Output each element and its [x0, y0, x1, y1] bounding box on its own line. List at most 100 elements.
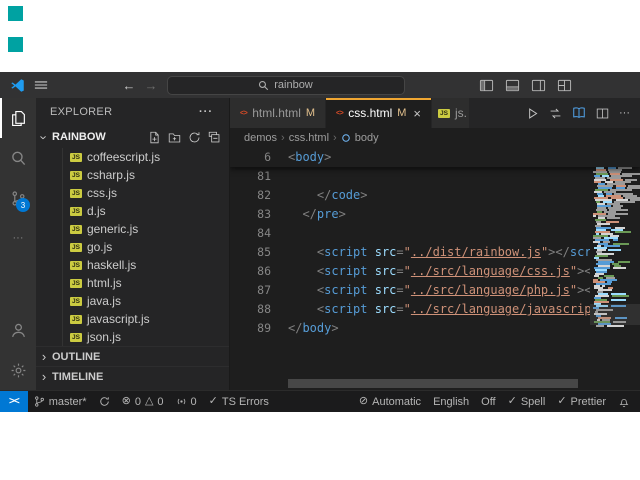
- back-button[interactable]: ←: [123, 78, 136, 93]
- code-text: </pre>: [288, 205, 346, 224]
- file-item[interactable]: JScsharp.js: [36, 166, 229, 184]
- tab-partial[interactable]: JSjs.: [432, 98, 470, 128]
- status-ports[interactable]: 0: [170, 391, 203, 412]
- code-token: ": [404, 245, 411, 259]
- tab-css.html[interactable]: <>css.htmlM×: [326, 98, 432, 128]
- status-spell-status[interactable]: ✓Spell: [502, 391, 552, 412]
- breadcrumb-item[interactable]: demos: [244, 132, 277, 144]
- code-token: [288, 264, 317, 278]
- open-changes-icon[interactable]: [549, 107, 562, 120]
- new-file-icon[interactable]: [148, 131, 161, 144]
- new-folder-icon[interactable]: [168, 131, 181, 144]
- layout-sidebar-right-icon[interactable]: [531, 78, 546, 93]
- section-label: OUTLINE: [52, 351, 100, 363]
- split-editor-icon[interactable]: [596, 107, 609, 120]
- tab-html.html[interactable]: <>html.htmlM: [230, 98, 326, 128]
- sticky-scroll[interactable]: 6<body>: [230, 148, 640, 167]
- code-token: [368, 283, 375, 297]
- code-token: =: [396, 302, 403, 316]
- status-text: ><: [9, 396, 19, 407]
- activity-more-views[interactable]: ···: [0, 218, 36, 258]
- status-prettier[interactable]: ✓ Prettier: [551, 391, 612, 412]
- code-line: 81: [230, 167, 640, 186]
- code-text: <script src="../src/language/css.js"></s…: [288, 262, 640, 281]
- menu-icon[interactable]: [34, 78, 48, 92]
- activity-search[interactable]: [0, 138, 36, 178]
- file-item[interactable]: JSgeneric.js: [36, 220, 229, 238]
- code-token: script: [324, 283, 367, 297]
- vscode-logo-icon: [10, 78, 25, 93]
- file-item[interactable]: JSjava.js: [36, 292, 229, 310]
- code-token: >: [339, 207, 346, 221]
- collapsed-sections: ›OUTLINE›TIMELINE: [36, 346, 229, 386]
- status-spell-language[interactable]: English: [427, 391, 475, 412]
- breadcrumb-item[interactable]: body: [355, 132, 379, 144]
- file-item[interactable]: JShtml.js: [36, 274, 229, 292]
- line-number: 89: [230, 319, 288, 338]
- activity-settings[interactable]: [0, 350, 36, 390]
- command-center[interactable]: rainbow: [167, 76, 405, 95]
- section-rainbow[interactable]: › RAINBOW: [36, 126, 229, 148]
- file-item[interactable]: JScss.js: [36, 184, 229, 202]
- code-token: script: [324, 245, 367, 259]
- status-text: Off: [481, 396, 495, 408]
- status-text: Prettier: [571, 396, 606, 408]
- status-bar: >< master* ⊗0△00✓TS Errors ⊘ Automatic Engli…: [0, 390, 640, 412]
- code-token: ../src/language/javascript.js: [411, 302, 621, 316]
- vscode-window: ← → rainbow 3··· EXPLORER ··· › RAINBOW: [0, 72, 640, 412]
- code-token: [288, 245, 317, 259]
- code-line: 87 <script src="../src/language/php.js">…: [230, 281, 640, 300]
- code-line: 86 <script src="../src/language/css.js">…: [230, 262, 640, 281]
- code-line: 88 <script src="../src/language/javascri…: [230, 300, 640, 319]
- file-item[interactable]: JSjson.js: [36, 328, 229, 346]
- file-item[interactable]: JSjavascript.js: [36, 310, 229, 328]
- refresh-icon[interactable]: [188, 131, 201, 144]
- forward-button[interactable]: →: [145, 78, 158, 93]
- status-text: Automatic: [372, 396, 421, 408]
- section-label: RAINBOW: [52, 131, 106, 143]
- status-remote[interactable]: ><: [0, 391, 28, 412]
- collapse-all-icon[interactable]: [208, 131, 221, 144]
- js-file-icon: JS: [70, 171, 82, 180]
- code-token: </: [288, 321, 302, 335]
- status-sync[interactable]: [93, 391, 116, 412]
- more-actions-icon[interactable]: ···: [619, 108, 630, 119]
- activity-bar: 3 ···: [0, 98, 36, 390]
- scrollbar-thumb[interactable]: [288, 379, 578, 388]
- file-item[interactable]: JScoffeescript.js: [36, 148, 229, 166]
- layout-sidebar-left-icon[interactable]: [479, 78, 494, 93]
- breadcrumb-item[interactable]: css.html: [289, 132, 329, 144]
- command-center-label: rainbow: [274, 79, 313, 91]
- circle-slash-icon: ⊘: [359, 396, 368, 407]
- activity-source-control[interactable]: 3: [0, 178, 36, 218]
- ellipsis-icon: ···: [13, 233, 24, 244]
- code-area[interactable]: 6<body> 8182 </code>83 </pre>8485 <scrip…: [230, 148, 640, 390]
- layout-customize-icon[interactable]: [557, 78, 572, 93]
- code-token: [288, 283, 317, 297]
- file-item[interactable]: JSd.js: [36, 202, 229, 220]
- close-icon[interactable]: ×: [413, 106, 421, 121]
- preview-icon[interactable]: [572, 106, 586, 120]
- status-auto-detect[interactable]: ⊘ Automatic: [353, 391, 427, 412]
- activity-explorer[interactable]: [0, 98, 36, 138]
- layout-panel-icon[interactable]: [505, 78, 520, 93]
- status-ts-errors[interactable]: ✓TS Errors: [203, 391, 275, 412]
- minimap-slider[interactable]: [590, 304, 640, 325]
- run-icon[interactable]: [526, 107, 539, 120]
- status-problems[interactable]: ⊗0△0: [116, 391, 170, 412]
- activity-accounts[interactable]: [0, 310, 36, 350]
- check-icon: ✓: [557, 396, 566, 407]
- section-timeline[interactable]: ›TIMELINE: [36, 366, 229, 386]
- code-lines: 8182 </code>83 </pre>8485 <script src=".…: [230, 167, 640, 338]
- minimap[interactable]: [590, 148, 640, 390]
- code-text: <script src="../src/language/php.js"></s…: [288, 281, 640, 300]
- more-actions-icon[interactable]: ···: [199, 106, 213, 118]
- status-git-branch[interactable]: master*: [28, 391, 93, 412]
- file-item[interactable]: JSgo.js: [36, 238, 229, 256]
- code-token: [288, 188, 317, 202]
- status-spell-toggle[interactable]: Off: [475, 391, 501, 412]
- status-notifications[interactable]: [612, 391, 636, 412]
- horizontal-scrollbar[interactable]: [288, 379, 578, 388]
- section-outline[interactable]: ›OUTLINE: [36, 346, 229, 366]
- file-item[interactable]: JShaskell.js: [36, 256, 229, 274]
